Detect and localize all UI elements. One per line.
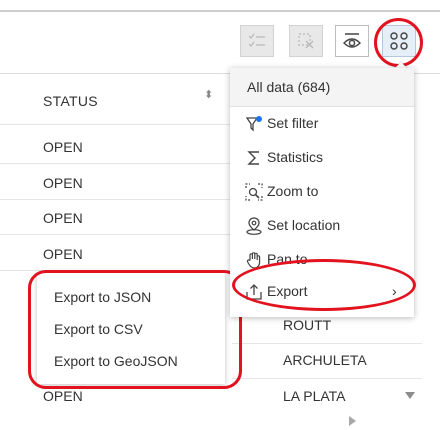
row-divider [232,343,422,344]
menu-item-zoom-to[interactable]: Zoom to [230,176,414,208]
county-cell: ROUTT [283,317,332,333]
sigma-icon [244,148,264,168]
status-header-label: STATUS [43,93,98,109]
highlight-ring-export [232,259,416,311]
all-data-label: All data (684) [247,79,331,95]
county-cell: LA PLATA [283,388,346,404]
status-cell: OPEN [43,139,83,155]
status-column-header[interactable]: STATUS ⬍ [0,74,230,124]
menu-item-statistics[interactable]: Statistics [230,142,414,174]
county-cell: ARCHULETA [283,352,367,368]
scroll-right-arrow[interactable] [349,416,356,426]
row-divider [0,199,230,200]
location-icon [244,216,264,236]
eye-icon [343,33,361,48]
scroll-down-arrow[interactable] [405,392,415,399]
status-cell: OPEN [43,210,83,226]
sort-icon[interactable]: ⬍ [204,90,213,101]
row-divider [0,234,230,235]
menu-item-label: Zoom to [267,183,319,199]
menu-item-set-filter[interactable]: Set filter [230,108,414,140]
menu-item-set-location[interactable]: Set location [230,210,414,242]
top-border [0,10,440,12]
select-all-icon [248,33,265,47]
status-cell: OPEN [43,388,83,404]
row-divider [0,163,230,164]
filter-icon [244,114,264,134]
select-all-button[interactable] [240,25,274,57]
clear-selection-icon [298,33,314,49]
clear-selection-button[interactable] [289,25,323,57]
row-divider [232,378,422,379]
menu-item-label: Set location [267,217,341,233]
menu-item-label: Statistics [267,149,324,165]
highlight-ring-submenu [28,270,242,389]
menu-item-label: Set filter [267,115,319,131]
zoom-to-icon [244,182,264,202]
status-cell: OPEN [43,175,83,191]
toggle-visibility-button[interactable] [335,25,369,57]
menu-header: All data (684) [230,68,414,107]
row-divider [0,124,230,125]
highlight-ring-options [374,18,423,67]
status-cell: OPEN [43,246,83,262]
